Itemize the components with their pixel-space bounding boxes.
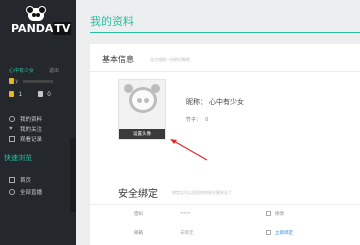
sidebar-item-label: 观看记录 xyxy=(20,137,43,143)
level-icon xyxy=(9,78,14,84)
pandatv-logo[interactable]: PANDATV xyxy=(8,6,72,40)
user-name[interactable]: 心中有少女 xyxy=(9,68,34,74)
history-icon xyxy=(9,136,15,142)
profile-card: 基本信息 花点钱换一份的印象吧 设置头像 昵称： 心中有少女 竹子： 0 安全绑… xyxy=(90,44,360,245)
level-label: y xyxy=(15,78,18,85)
security-hint: 绑定后可以找回你的账号更安全了 xyxy=(172,190,232,195)
bamboo-count: 0 xyxy=(47,91,51,98)
sidebar-item-home[interactable]: 首页 xyxy=(9,174,42,186)
page-title: 我的资料 xyxy=(90,16,134,28)
currency-row: 1 0 xyxy=(9,91,69,98)
panda-icon xyxy=(26,6,46,21)
quick-browse-title: 快速浏览 xyxy=(4,155,32,162)
home-icon xyxy=(9,177,15,183)
bind-email-link[interactable]: 立即绑定 xyxy=(275,230,293,236)
change-password-link[interactable]: 修改 xyxy=(275,211,284,217)
password-label: 密码 xyxy=(134,211,143,216)
password-value: ****** xyxy=(180,211,191,216)
account-menu: 我的资料 ♥ 我的关注 观看记录 xyxy=(9,114,42,144)
title-divider xyxy=(90,32,360,33)
globe-icon xyxy=(9,189,15,195)
level-row: y xyxy=(9,78,54,85)
logo-tv: TV xyxy=(53,22,72,35)
sidebar-item-profile[interactable]: 我的资料 xyxy=(9,114,42,124)
sidebar-item-label: 我的关注 xyxy=(20,127,43,133)
main-content: 我的资料 基本信息 花点钱换一份的印象吧 设置头像 昵称： 心中有少女 竹子： … xyxy=(76,0,360,245)
sidebar-item-label: 全部直播 xyxy=(20,190,43,196)
mail-icon xyxy=(266,230,271,235)
sidebar-item-all-live[interactable]: 全部直播 xyxy=(9,186,42,198)
user-icon xyxy=(9,116,15,122)
sidebar: PANDATV 心中有少女 退出 y 1 0 我的资料 ♥ 我的关注 观看记录 … xyxy=(0,0,76,245)
quick-menu: 首页 全部直播 xyxy=(9,174,42,198)
security-title: 安全绑定 xyxy=(118,189,158,200)
logout-link[interactable]: 退出 xyxy=(49,67,59,74)
sidebar-item-label: 我的资料 xyxy=(20,117,43,123)
coin-icon xyxy=(9,91,14,97)
sidebar-item-label: 首页 xyxy=(20,178,32,184)
level-progress xyxy=(23,79,54,83)
section-divider xyxy=(90,204,360,205)
lock-icon xyxy=(266,211,271,216)
bamboo-icon xyxy=(37,91,43,97)
sidebar-item-follows[interactable]: ♥ 我的关注 xyxy=(9,124,42,134)
email-label: 邮箱 xyxy=(134,230,143,235)
logo-text: PANDA xyxy=(11,22,54,35)
heart-icon: ♥ xyxy=(9,126,13,132)
email-row: 邮箱 未绑定 立即绑定 xyxy=(134,230,354,236)
sidebar-item-history[interactable]: 观看记录 xyxy=(9,134,42,144)
email-value: 未绑定 xyxy=(180,230,194,235)
password-row: 密码 ****** 修改 xyxy=(134,211,354,217)
user-info: 心中有少女 退出 xyxy=(9,67,73,74)
coin-count: 1 xyxy=(18,91,23,98)
